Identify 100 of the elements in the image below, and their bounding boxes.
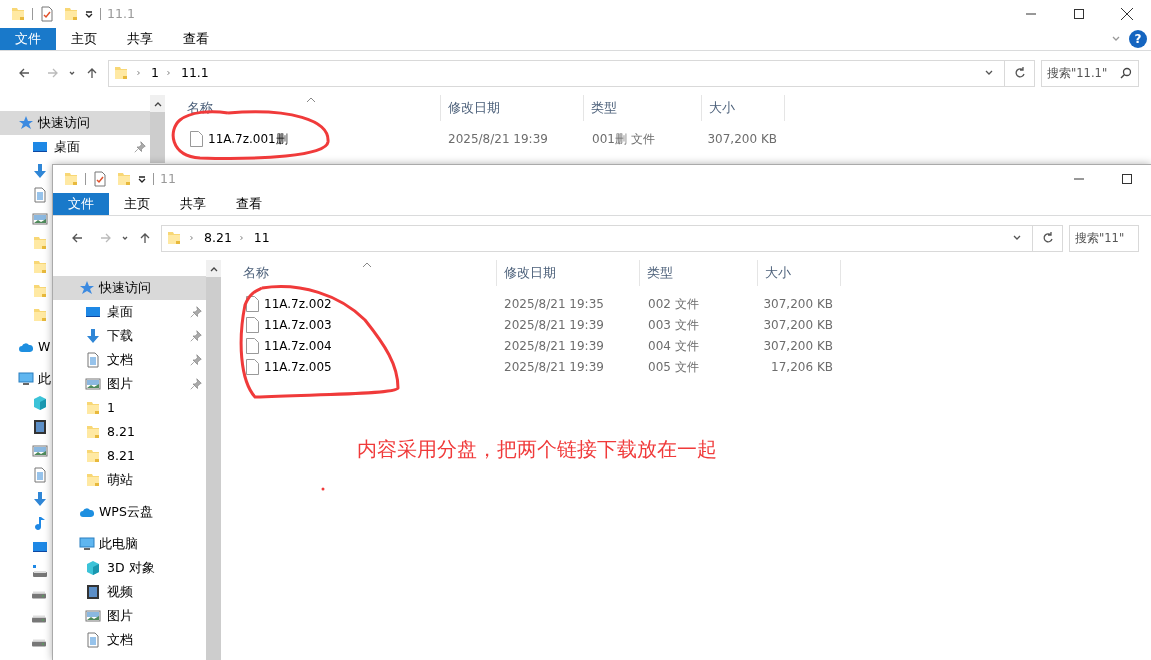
nav-item[interactable]: 此 [0,367,51,391]
breadcrumb[interactable]: 11 [253,228,270,248]
close-icon [1121,8,1133,20]
cube-icon [32,395,48,411]
nav-item[interactable]: WPS云盘 [53,500,153,524]
column-header[interactable]: 大小 [702,95,785,121]
computer-icon [18,371,34,387]
scrollbar[interactable] [206,260,221,660]
table-cell-text: 307,200 KB [763,295,833,313]
ribbon-tab[interactable]: 查看 [168,28,224,50]
ribbon-tab[interactable]: 查看 [221,193,277,215]
pin-icon [190,330,202,342]
folder-icon [32,259,48,275]
table-cell: 2025/8/21 19:39 [448,131,548,146]
ribbon-tab[interactable]: 主页 [109,193,165,215]
maximize-icon [1122,174,1132,184]
picture-icon [32,211,48,227]
nav-item[interactable]: 文档 [53,348,206,372]
table-cell-text: 307,200 KB [763,337,833,355]
nav-item[interactable]: 8.21 [53,444,206,468]
breadcrumb[interactable]: 8.21 [204,228,232,248]
nav-item[interactable]: 视频 [53,580,133,604]
nav-item[interactable]: 图片 [53,604,133,628]
nav-item[interactable]: 桌面 [53,300,206,324]
help-button[interactable]: ? [1129,30,1147,48]
search-field[interactable]: 搜索"11" [1069,224,1139,252]
folder-icon [116,171,132,187]
folder-icon [85,424,101,440]
drive-icon [32,639,46,647]
ribbon-tab[interactable]: 主页 [56,28,112,50]
nav-item[interactable]: 3D 对象 [53,556,155,580]
dropdown-icon [137,174,147,184]
nav-item[interactable]: 快速访问 [53,276,206,300]
refresh-icon [1041,232,1054,244]
column-header[interactable]: 名称 [221,260,497,286]
monitor-icon [32,539,48,555]
forward-arrow-icon [46,68,58,78]
table-cell: 2025/8/21 19:39 [504,338,604,353]
table-cell: 2025/8/21 19:39 [504,359,604,374]
star-icon [18,115,34,131]
nav-item[interactable]: 此电脑 [53,532,138,556]
table-cell: 2025/8/21 19:35 [504,296,604,311]
nav-item[interactable]: 快速访问 [0,111,150,135]
checklist-icon [92,171,108,187]
breadcrumb[interactable]: 11.1 [180,63,209,83]
breadcrumb-separator-icon [166,68,173,78]
search-field[interactable]: 搜索"11.1" [1041,59,1139,87]
breadcrumb[interactable]: 1 [151,63,159,83]
scrollbar[interactable] [150,95,165,163]
ribbon-tab[interactable]: 文件 [53,193,109,215]
folder-icon [166,230,182,246]
address-bar[interactable]: 8.21 11 [161,224,1063,252]
column-header[interactable]: 类型 [584,95,702,121]
column-header[interactable]: 修改日期 [441,95,584,121]
nav-item[interactable]: 下载 [53,324,206,348]
nav-item[interactable]: 图片 [53,372,206,396]
file-name[interactable]: 11A.7z.001删 [208,129,288,148]
picture-icon [85,608,101,624]
file-icon [246,337,259,354]
window-title: 11.1 [107,4,135,23]
folder-icon [85,472,101,488]
column-header[interactable]: 修改日期 [497,260,640,286]
drive-icon [32,563,48,579]
document-icon [85,632,101,648]
file-name[interactable]: 11A.7z.004 [264,336,332,355]
folder-icon [85,448,101,464]
forward-arrow-icon [99,233,111,243]
nav-item[interactable]: 文档 [53,628,133,652]
breadcrumb-separator-icon [137,68,143,78]
sort-caret-icon [362,262,372,268]
file-name[interactable]: 11A.7z.002 [264,294,332,313]
address-bar[interactable]: 1 11.1 [108,59,1035,87]
computer-icon [79,536,95,552]
ribbon-tab[interactable]: 共享 [165,193,221,215]
file-icon [190,130,203,147]
file-name[interactable]: 11A.7z.005 [264,357,332,376]
pin-icon [190,306,202,318]
file-icon [246,358,259,375]
table-cell-text: 307,200 KB [707,130,777,148]
checklist-icon [39,6,55,22]
ribbon-tab[interactable]: 文件 [0,28,56,50]
column-header[interactable]: 大小 [758,260,841,286]
nav-item[interactable]: 桌面 [0,135,150,159]
nav-item[interactable]: 1 [53,396,206,420]
file-name[interactable]: 11A.7z.003 [264,315,332,334]
picture-icon [85,376,101,392]
ribbon-tab[interactable]: 共享 [112,28,168,50]
nav-item[interactable]: W [0,335,51,359]
drive-icon [32,591,46,599]
nav-item[interactable]: 8.21 [53,420,206,444]
monitor-icon [85,304,101,320]
search-icon [1120,66,1132,79]
annotation-note: 内容采用分盘，把两个链接下载放在一起 [357,436,717,463]
folder-icon [32,235,48,251]
dropdown-icon [84,9,94,19]
document-icon [32,467,48,483]
column-header[interactable]: 类型 [640,260,758,286]
back-arrow-icon [18,68,30,78]
nav-item[interactable]: 萌站 [53,468,206,492]
star-icon [79,280,95,296]
